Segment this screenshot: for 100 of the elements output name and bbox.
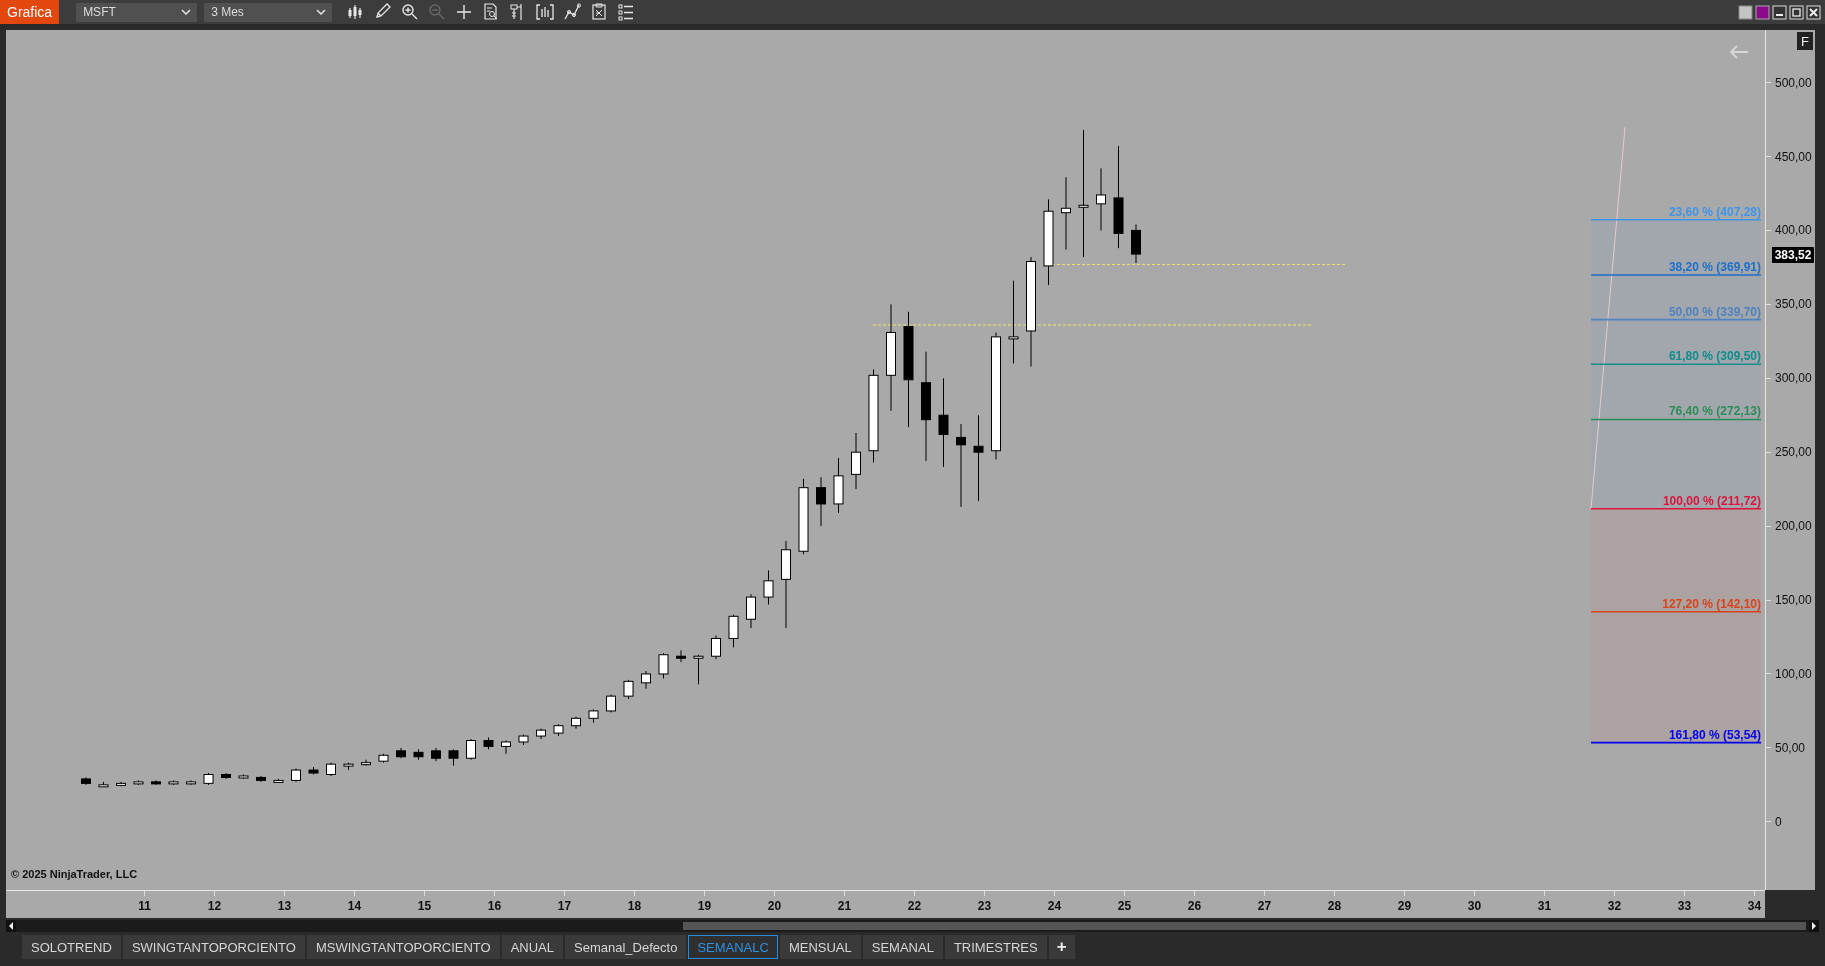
chart-tab[interactable]: SWINGTANTOPORCIENTO [122,935,305,959]
time-axis-label: 26 [1186,899,1203,913]
minimize-icon[interactable] [1772,4,1787,20]
calculator-document-icon[interactable] [590,3,609,21]
candlestick [623,679,634,700]
price-axis-label: 400,00 [1775,222,1812,239]
candlestick [448,748,459,767]
price-axis-label: 0 [1775,813,1782,830]
candlestick [746,593,756,629]
candlestick [606,694,616,713]
fib-level-label: 23,60 % (407,28) [1668,204,1761,219]
time-axis-label: 33 [1676,899,1693,913]
fib-level-label: 100,00 % (211,72) [1662,493,1761,508]
caret-icon [316,9,327,15]
candlestick [98,781,109,788]
add-tab-button[interactable]: + [1048,935,1075,959]
instrument-dropdown[interactable]: MSFT [76,2,198,22]
chart-tab[interactable]: SOLOTREND [22,935,121,959]
crosshair-icon[interactable] [455,3,474,21]
candlestick [1096,167,1106,231]
candlestick [168,779,179,786]
price-axis-label: 100,00 [1775,665,1812,682]
time-axis-label: 32 [1606,899,1623,913]
close-icon[interactable] [1806,4,1821,20]
price-axis-label: 250,00 [1775,444,1812,461]
candlestick [483,737,494,750]
chart-tab[interactable]: ANUAL [501,935,564,959]
time-axis-label: 25 [1116,899,1133,913]
candlestick [238,774,249,780]
candlestick [711,635,721,660]
time-axis-label: 11 [137,899,152,913]
time-axis-label: 29 [1396,899,1413,913]
candlestick [133,779,144,786]
candlestick [833,457,844,514]
flag-button[interactable]: F [1797,32,1813,50]
price-axis-label: 150,00 [1775,592,1812,609]
fib-level-label: 127,20 % (142,10) [1662,596,1761,611]
pencil-icon[interactable] [374,3,393,21]
copyright-text: © 2025 NinjaTrader, LLC [11,868,138,880]
candlestick [588,708,599,724]
candlestick [396,747,406,759]
time-axis-label: 16 [486,899,503,913]
zoom-in-icon[interactable] [401,3,420,21]
scrollbar[interactable] [6,920,1819,932]
candlestick [466,738,476,761]
candlestick [431,747,441,762]
scroll-thumb[interactable] [683,922,1806,930]
layout-swatch-icon[interactable] [1738,4,1753,20]
candlestick [256,775,266,783]
candlestick [203,772,214,786]
time-axis-label: 28 [1326,899,1343,913]
time-axis-label: 23 [976,899,993,913]
candlestick [151,779,161,786]
line-chart-icon[interactable] [563,3,582,21]
scroll-left-icon[interactable] [6,920,16,932]
theme-swatch-icon[interactable] [1755,4,1770,20]
candlestick [291,768,301,783]
candlestick [413,748,424,761]
candlestick [361,759,371,767]
candlestick [536,728,546,740]
price-axis-label: 450,00 [1775,148,1812,165]
candlestick [343,762,354,771]
candlestick [658,652,669,679]
fib-level-label: 161,80 % (53,54) [1668,727,1761,742]
time-axis-label: 34 [1746,899,1763,913]
chart-tab[interactable]: MENSUAL [779,935,861,959]
candlestick [221,772,231,780]
candlestick [116,781,126,787]
candlestick [816,476,826,527]
candlestick [378,753,389,764]
time-axis-label: 18 [626,899,643,913]
chart-tab[interactable]: TRIMESTRES [944,935,1047,959]
time-axis-label: 31 [1536,899,1553,913]
period-dropdown[interactable]: 3 Mes [204,2,333,22]
maximize-icon[interactable] [1789,4,1804,20]
current-price-label: 383,52 [1772,246,1814,263]
candlestick [553,723,564,737]
time-axis-label: 15 [416,899,433,913]
price-axis-label: 350,00 [1775,296,1812,313]
price-axis-label: 200,00 [1775,518,1812,535]
candlestick [693,654,704,685]
candlestick [273,778,284,783]
bracket-bars-icon[interactable] [536,3,555,21]
scroll-right-icon[interactable] [1809,920,1819,932]
time-axis-label: 20 [766,899,783,913]
candlestick [763,569,774,605]
time-axis-label: 13 [276,899,293,913]
chart-tab[interactable]: SEMANALC [688,935,778,959]
candlestick [641,670,651,690]
app-button[interactable]: Grafica [0,0,60,24]
time-axis-label: 12 [206,899,223,913]
list-icon[interactable] [617,3,636,21]
time-axis-label: 17 [556,899,573,913]
caret-icon [181,9,192,15]
chart-tab[interactable]: SEMANAL [862,935,943,959]
candlestick [571,716,581,730]
fib-level-label: 76,40 % (272,13) [1668,404,1761,419]
chart-tab[interactable]: MSWINGTANTOPORCIENTO [306,935,500,959]
candlestick [1131,224,1141,264]
chart-tab[interactable]: Semanal_Defecto [565,935,687,959]
